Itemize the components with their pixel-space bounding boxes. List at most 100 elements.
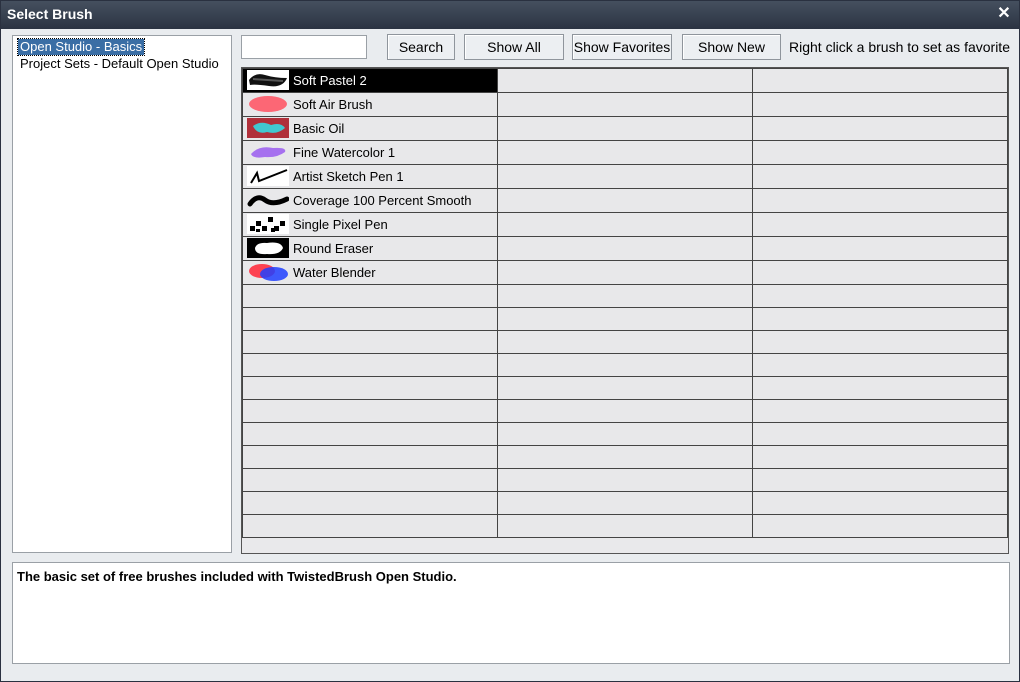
empty-brush-cell[interactable]: [242, 353, 498, 377]
brush-name: Soft Air Brush: [293, 97, 373, 112]
brush-item: Soft Pastel 2: [244, 70, 497, 92]
basic-oil-brush-icon: [247, 118, 289, 138]
empty-brush-cell[interactable]: [752, 164, 1008, 189]
brush-item: Water Blender: [244, 262, 497, 284]
grid-row: [242, 445, 1008, 469]
empty-brush-cell[interactable]: [752, 468, 1008, 492]
empty-brush-cell[interactable]: [497, 236, 753, 261]
brush-name: Coverage 100 Percent Smooth: [293, 193, 472, 208]
show-favorites-button[interactable]: Show Favorites: [572, 34, 672, 60]
empty-brush-cell[interactable]: [497, 468, 753, 492]
brush-cell-soft-air-brush[interactable]: Soft Air Brush: [242, 92, 498, 117]
empty-brush-cell[interactable]: [752, 284, 1008, 308]
soft-air-brush-brush-icon: [247, 94, 289, 114]
brush-name: Soft Pastel 2: [293, 73, 367, 88]
empty-brush-cell[interactable]: [752, 68, 1008, 93]
empty-brush-cell[interactable]: [497, 92, 753, 117]
grid-row: [242, 491, 1008, 515]
search-input[interactable]: [241, 35, 367, 59]
show-new-button[interactable]: Show New: [682, 34, 781, 60]
grid-row: [242, 307, 1008, 331]
empty-brush-cell[interactable]: [752, 445, 1008, 469]
select-brush-window: Select Brush ✕ Open Studio - Basics Proj…: [0, 0, 1020, 682]
title-bar[interactable]: Select Brush ✕: [1, 1, 1019, 29]
brush-cell-round-eraser[interactable]: Round Eraser: [242, 236, 498, 261]
brush-cell-basic-oil[interactable]: Basic Oil: [242, 116, 498, 141]
grid-row: Artist Sketch Pen 1: [242, 164, 1008, 189]
grid-row: Water Blender: [242, 260, 1008, 285]
empty-brush-cell[interactable]: [242, 284, 498, 308]
set-item-project-sets[interactable]: Project Sets - Default Open Studio: [18, 56, 221, 72]
empty-brush-cell[interactable]: [242, 468, 498, 492]
empty-brush-cell[interactable]: [497, 399, 753, 423]
empty-brush-cell[interactable]: [497, 68, 753, 93]
empty-brush-cell[interactable]: [242, 422, 498, 446]
empty-brush-cell[interactable]: [242, 307, 498, 331]
set-item-open-studio-basics[interactable]: Open Studio - Basics: [16, 38, 146, 56]
empty-brush-cell[interactable]: [497, 491, 753, 515]
brush-item: Soft Air Brush: [244, 94, 497, 116]
empty-brush-cell[interactable]: [752, 353, 1008, 377]
grid-row: [242, 330, 1008, 354]
empty-brush-cell[interactable]: [242, 330, 498, 354]
empty-brush-cell[interactable]: [752, 236, 1008, 261]
soft-pastel-brush-icon: [247, 70, 289, 90]
brush-cell-coverage-100-percent-smooth[interactable]: Coverage 100 Percent Smooth: [242, 188, 498, 213]
empty-brush-cell[interactable]: [752, 514, 1008, 538]
grid-row: Round Eraser: [242, 236, 1008, 261]
empty-brush-cell[interactable]: [752, 116, 1008, 141]
empty-brush-cell[interactable]: [497, 307, 753, 331]
empty-brush-cell[interactable]: [752, 212, 1008, 237]
empty-brush-cell[interactable]: [497, 353, 753, 377]
brush-cell-soft-pastel-2[interactable]: Soft Pastel 2: [242, 68, 498, 93]
empty-brush-cell[interactable]: [752, 399, 1008, 423]
empty-brush-cell[interactable]: [752, 92, 1008, 117]
empty-brush-cell[interactable]: [497, 284, 753, 308]
empty-brush-cell[interactable]: [497, 140, 753, 165]
empty-brush-cell[interactable]: [497, 260, 753, 285]
grid-row: Single Pixel Pen: [242, 212, 1008, 237]
empty-brush-cell[interactable]: [752, 188, 1008, 213]
grid-row: [242, 284, 1008, 308]
empty-brush-cell[interactable]: [497, 212, 753, 237]
show-all-button[interactable]: Show All: [464, 34, 564, 60]
empty-brush-cell[interactable]: [242, 514, 498, 538]
empty-brush-cell[interactable]: [752, 491, 1008, 515]
sketch-pen-brush-icon: [247, 166, 289, 186]
grid-row: [242, 468, 1008, 492]
brush-grid[interactable]: Soft Pastel 2 Soft Air Brush Basic Oil Fine…: [241, 67, 1009, 554]
fine-watercolor-brush-icon: [247, 142, 289, 162]
empty-brush-cell[interactable]: [752, 330, 1008, 354]
brush-item: Basic Oil: [244, 118, 497, 140]
empty-brush-cell[interactable]: [752, 307, 1008, 331]
grid-row: [242, 353, 1008, 377]
brush-item: Fine Watercolor 1: [244, 142, 497, 164]
empty-brush-cell[interactable]: [497, 164, 753, 189]
empty-brush-cell[interactable]: [242, 376, 498, 400]
empty-brush-cell[interactable]: [497, 422, 753, 446]
empty-brush-cell[interactable]: [497, 188, 753, 213]
brush-set-list[interactable]: Open Studio - Basics Project Sets - Defa…: [12, 35, 232, 553]
brush-cell-water-blender[interactable]: Water Blender: [242, 260, 498, 285]
empty-brush-cell[interactable]: [752, 376, 1008, 400]
empty-brush-cell[interactable]: [242, 399, 498, 423]
search-button[interactable]: Search: [387, 34, 455, 60]
empty-brush-cell[interactable]: [752, 422, 1008, 446]
empty-brush-cell[interactable]: [497, 376, 753, 400]
brush-cell-artist-sketch-pen-1[interactable]: Artist Sketch Pen 1: [242, 164, 498, 189]
close-icon[interactable]: ✕: [995, 4, 1013, 24]
empty-brush-cell[interactable]: [497, 330, 753, 354]
brush-cell-fine-watercolor-1[interactable]: Fine Watercolor 1: [242, 140, 498, 165]
brush-cell-single-pixel-pen[interactable]: Single Pixel Pen: [242, 212, 498, 237]
empty-brush-cell[interactable]: [242, 491, 498, 515]
empty-brush-cell[interactable]: [497, 445, 753, 469]
empty-brush-cell[interactable]: [242, 445, 498, 469]
empty-brush-cell[interactable]: [497, 116, 753, 141]
pixel-pen-brush-icon: [247, 214, 289, 234]
water-blender-brush-icon: [247, 262, 289, 282]
brush-grid-table: Soft Pastel 2 Soft Air Brush Basic Oil Fine…: [242, 68, 1008, 538]
brush-name: Artist Sketch Pen 1: [293, 169, 404, 184]
empty-brush-cell[interactable]: [752, 260, 1008, 285]
empty-brush-cell[interactable]: [752, 140, 1008, 165]
empty-brush-cell[interactable]: [497, 514, 753, 538]
